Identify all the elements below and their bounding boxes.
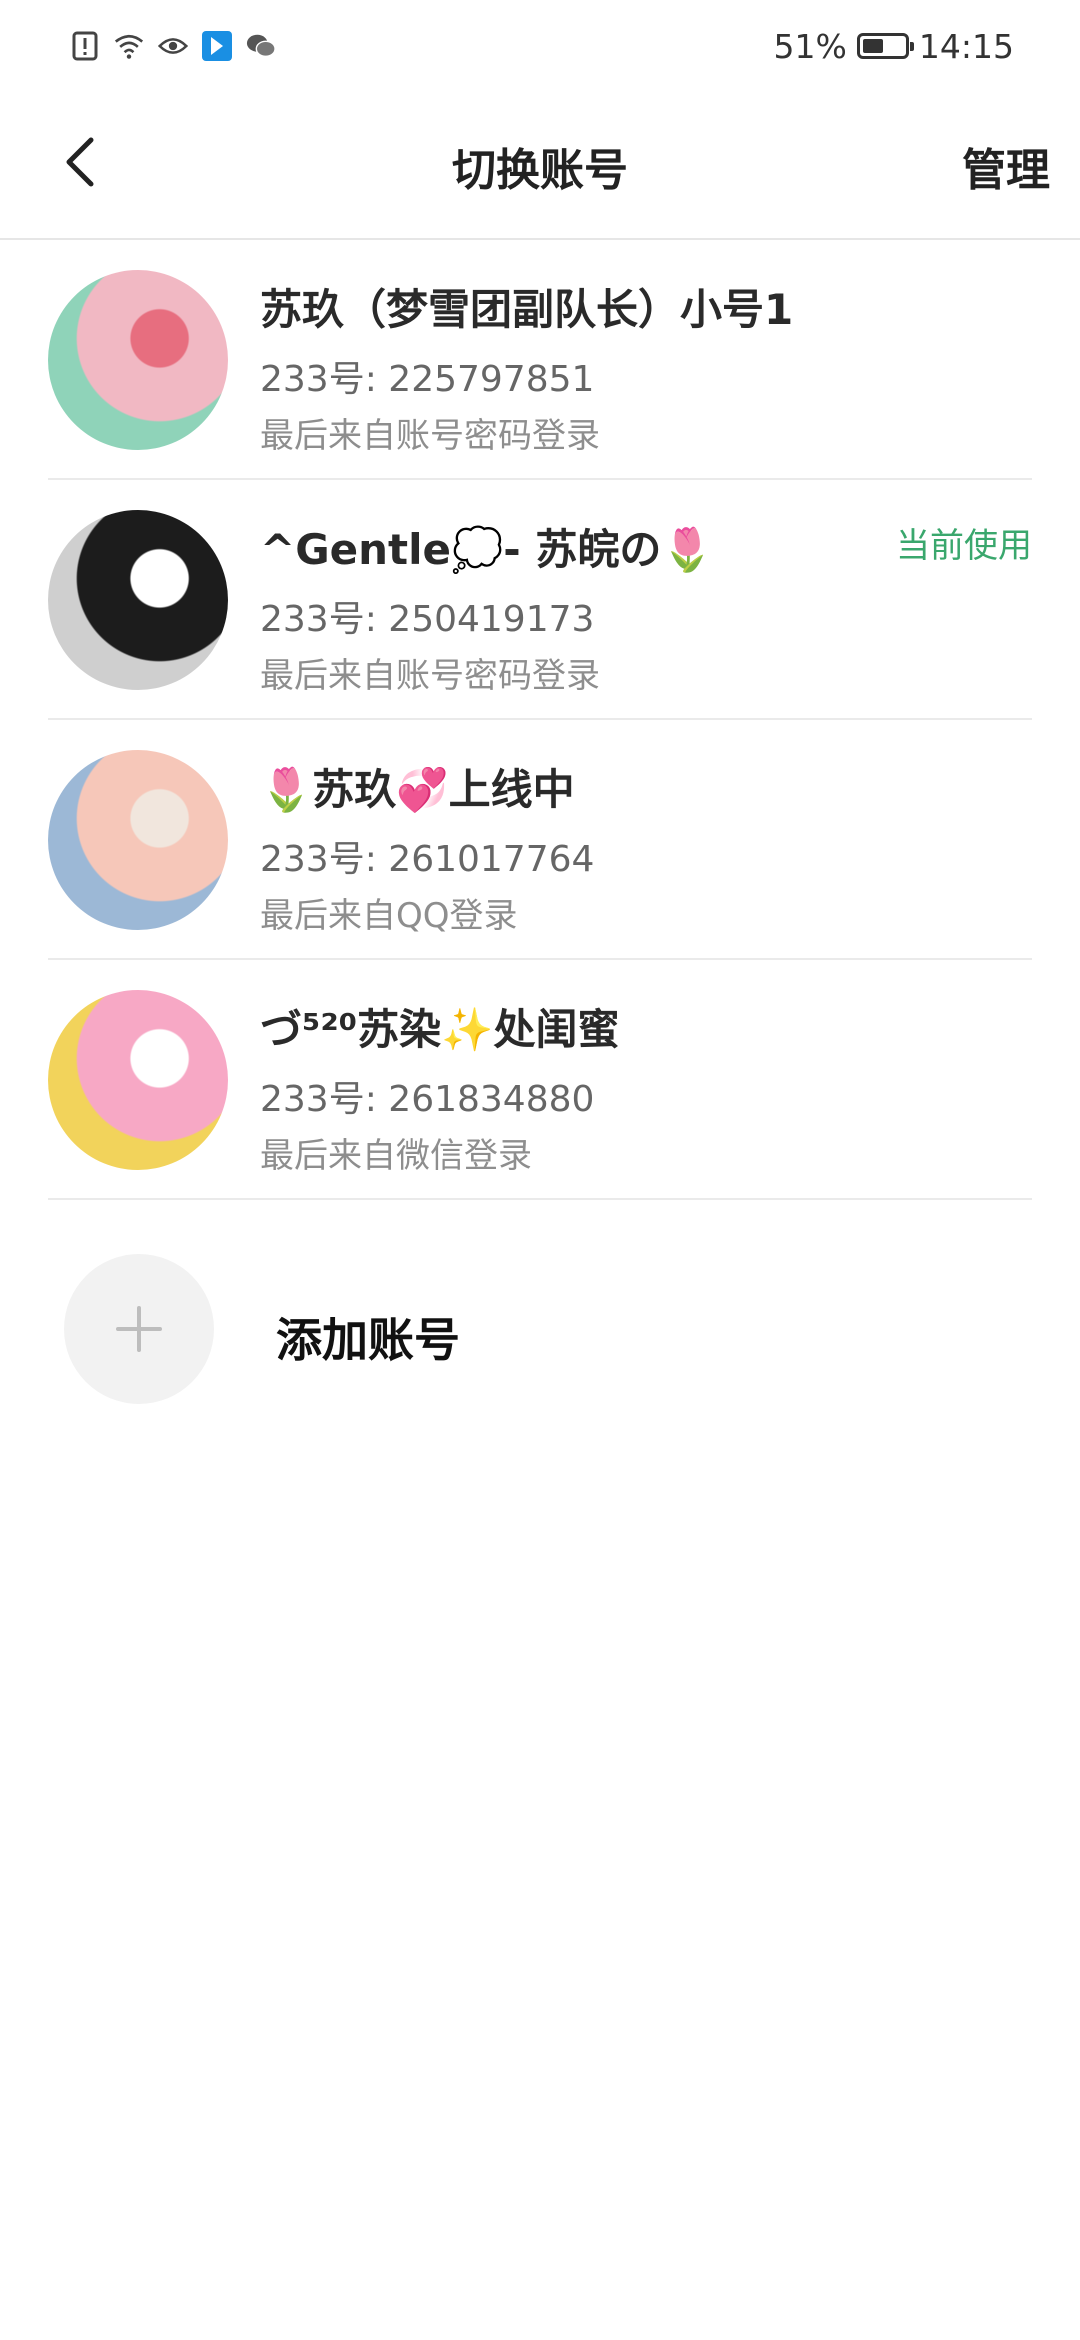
account-name: ^Gentle💭- 苏皖の🌷 <box>260 525 714 574</box>
avatar <box>48 510 228 690</box>
manage-button[interactable]: 管理 <box>962 134 1050 198</box>
wechat-icon <box>246 31 276 61</box>
account-item[interactable]: 🌷苏玖💞上线中 233号: 261017764 最后来自QQ登录 <box>48 720 1032 960</box>
page-title: 切换账号 <box>452 145 628 196</box>
battery-percent: 51% <box>773 26 847 66</box>
account-list: 苏玖（梦雪团副队长）小号1 233号: 225797851 最后来自账号密码登录… <box>0 240 1080 1200</box>
status-right: 51% 14:15 <box>774 27 1014 66</box>
avatar <box>48 990 228 1170</box>
battery-icon <box>856 33 914 59</box>
account-item[interactable]: 苏玖（梦雪团副队长）小号1 233号: 225797851 最后来自账号密码登录 <box>48 240 1032 480</box>
avatar <box>48 270 228 450</box>
plus-icon <box>116 1306 162 1352</box>
alert-icon <box>70 31 100 61</box>
wifi-icon <box>114 31 144 61</box>
account-item[interactable]: ^Gentle💭- 苏皖の🌷 233号: 250419173 最后来自账号密码登… <box>48 480 1032 720</box>
clock: 14:15 <box>918 26 1014 66</box>
account-item[interactable]: づ⁵²⁰苏染✨处闺蜜 233号: 261834880 最后来自微信登录 <box>48 960 1032 1200</box>
account-name: 苏玖（梦雪团副队长）小号1 <box>260 285 794 334</box>
header: 切换账号 管理 <box>0 92 1080 240</box>
current-tag: 当前使用 <box>896 526 1032 566</box>
account-name: 🌷苏玖💞上线中 <box>260 765 575 814</box>
account-id: 233号: 225797851 <box>260 359 595 400</box>
account-login-method: 最后来自微信登录 <box>260 1136 532 1176</box>
account-id: 233号: 250419173 <box>260 599 595 640</box>
account-name: づ⁵²⁰苏染✨处闺蜜 <box>260 1005 620 1054</box>
add-account-button[interactable] <box>64 1254 214 1404</box>
add-account-label: 添加账号 <box>276 1313 460 1367</box>
account-login-method: 最后来自账号密码登录 <box>260 416 600 456</box>
account-id: 233号: 261834880 <box>260 1079 595 1120</box>
account-id: 233号: 261017764 <box>260 839 595 880</box>
add-account-row[interactable]: 添加账号 <box>0 1240 1080 1440</box>
status-bar: 51% 14:15 <box>0 0 1080 92</box>
app-icon <box>202 31 232 61</box>
avatar <box>48 750 228 930</box>
account-login-method: 最后来自QQ登录 <box>260 896 518 936</box>
account-switch-screen: 51% 14:15 切换账号 管理 苏玖（梦雪团副队长）小号1 233号: 22… <box>0 0 1080 2340</box>
account-login-method: 最后来自账号密码登录 <box>260 656 600 696</box>
status-icons <box>70 31 276 61</box>
eye-icon <box>158 31 188 61</box>
